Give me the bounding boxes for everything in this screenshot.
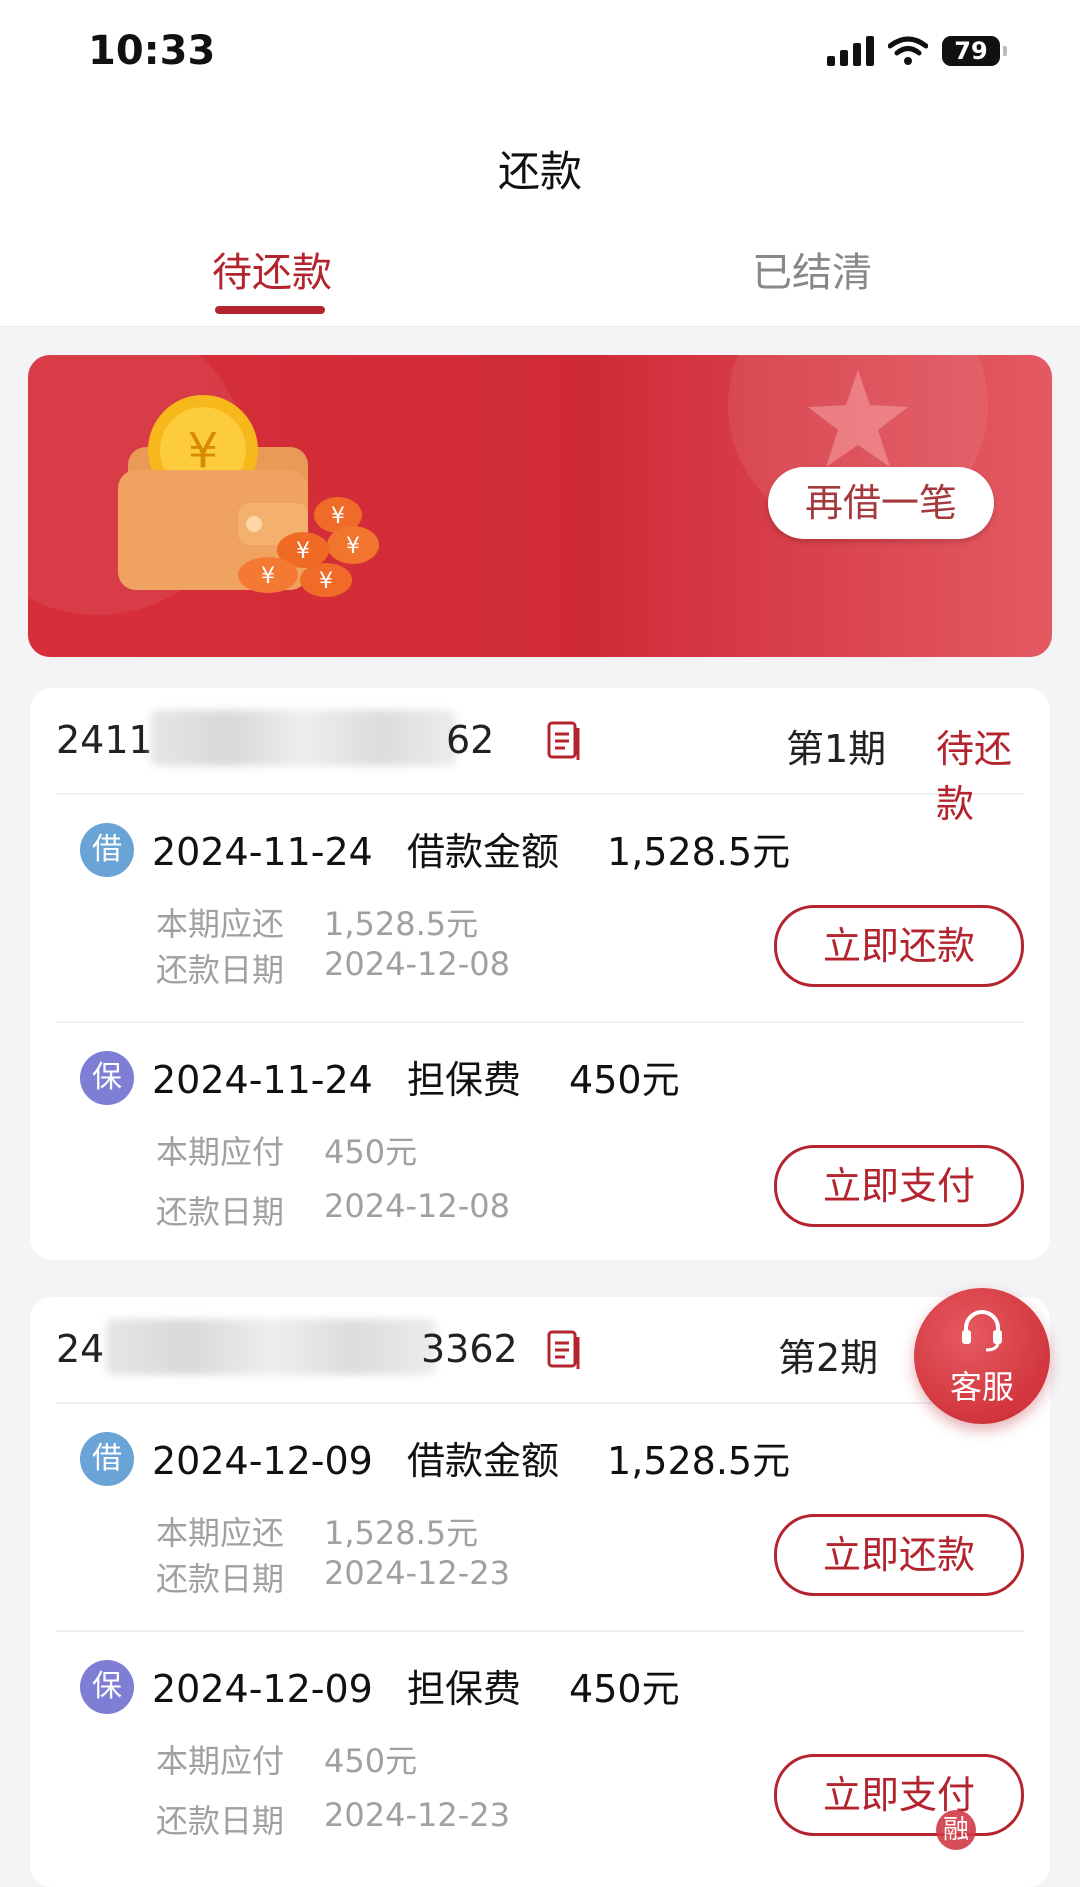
customer-service-label: 客服	[949, 1368, 1014, 1406]
date-label: 还款日期	[156, 951, 285, 989]
signal-icon	[827, 36, 874, 66]
copy-icon[interactable]	[546, 1329, 582, 1369]
date-value: 2024-12-08	[324, 1187, 510, 1225]
order-number-prefix: 24	[56, 1327, 105, 1371]
due-label: 本期应还	[156, 905, 285, 943]
repayment-card-1: 2411 62 第1期 待还款 借 2024-11-24 借款金额 1,528.…	[30, 688, 1050, 1260]
svg-text:¥: ¥	[261, 564, 275, 589]
loan-row: 借 2024-12-09 借款金额 1,528.5元 本期应还 1,528.5元…	[56, 1402, 1024, 1632]
borrow-again-button[interactable]: 再借一笔	[768, 467, 994, 539]
period-label: 第2期	[778, 1336, 879, 1380]
row-kind: 借款金额	[406, 830, 559, 874]
due-value: 450元	[324, 1133, 418, 1171]
repay-now-button[interactable]: 立即还款	[774, 1514, 1024, 1596]
borrow-badge-icon: 借	[80, 1432, 134, 1486]
guarantee-badge-icon: 保	[80, 1660, 134, 1714]
tab-cleared[interactable]: 已结清	[752, 240, 872, 298]
period-label: 第1期	[786, 727, 887, 771]
row-amount: 1,528.5元	[607, 1439, 791, 1483]
row-amount: 450元	[569, 1667, 680, 1711]
due-label: 本期应付	[156, 1133, 285, 1171]
battery-icon: 79	[942, 36, 1007, 66]
headset-icon	[962, 1310, 1002, 1352]
borrow-badge-icon: 借	[80, 823, 134, 877]
row-kind: 担保费	[406, 1667, 521, 1711]
promo-banner[interactable]: ¥ ¥ ¥ ¥ ¥ ¥ 再借一笔	[28, 355, 1052, 657]
order-number-mask	[106, 1319, 436, 1375]
svg-text:¥: ¥	[319, 569, 333, 594]
pay-now-button[interactable]: 立即支付	[774, 1754, 1024, 1836]
guarantee-badge-icon: 保	[80, 1051, 134, 1105]
tab-pending[interactable]: 待还款	[212, 240, 332, 298]
row-date: 2024-11-24	[152, 830, 373, 874]
due-value: 1,528.5元	[324, 1514, 479, 1552]
pay-now-button[interactable]: 立即支付	[774, 1145, 1024, 1227]
page-title: 还款	[497, 147, 582, 196]
date-value: 2024-12-08	[324, 945, 510, 983]
date-value: 2024-12-23	[324, 1796, 510, 1834]
order-number-suffix: 3362	[421, 1327, 518, 1371]
due-value: 450元	[324, 1742, 418, 1780]
repay-now-button[interactable]: 立即还款	[774, 905, 1024, 987]
due-label: 本期应还	[156, 1514, 285, 1552]
repayment-card-2: 24 3362 第2期 借 2024-12-09 借款金额 1,528.5元 本…	[30, 1297, 1050, 1887]
status-icons: 79	[827, 36, 1007, 66]
svg-text:¥: ¥	[296, 539, 310, 564]
guarantee-row: 保 2024-12-09 担保费 450元 本期应付 450元 还款日期 202…	[56, 1630, 1024, 1858]
card-header: 24 3362 第2期	[56, 1297, 1024, 1404]
row-date: 2024-12-09	[152, 1439, 373, 1483]
row-kind: 借款金额	[406, 1439, 559, 1483]
active-tab-indicator	[215, 306, 325, 314]
header: 10:33 79 还款 待还款 已结清	[0, 0, 1080, 327]
row-summary: 2024-12-09 担保费 450元	[152, 1658, 702, 1713]
copy-icon[interactable]	[546, 720, 582, 760]
due-value: 1,528.5元	[324, 905, 479, 943]
star-decoration-icon	[808, 370, 908, 467]
guarantee-row: 保 2024-11-24 担保费 450元 本期应付 450元 还款日期 202…	[56, 1021, 1024, 1249]
date-value: 2024-12-23	[324, 1554, 510, 1592]
battery-level: 79	[954, 37, 988, 65]
wifi-icon	[888, 36, 928, 65]
row-summary: 2024-11-24 借款金额 1,528.5元	[152, 821, 812, 876]
order-number-prefix: 2411	[56, 718, 153, 762]
row-summary: 2024-11-24 担保费 450元	[152, 1049, 702, 1104]
svg-text:¥: ¥	[331, 504, 345, 529]
row-summary: 2024-12-09 借款金额 1,528.5元	[152, 1430, 812, 1485]
date-label: 还款日期	[156, 1802, 285, 1840]
svg-text:¥: ¥	[346, 534, 360, 559]
row-amount: 450元	[569, 1058, 680, 1102]
watermark-logo: 融	[936, 1810, 976, 1850]
wallet-coins-icon: ¥ ¥ ¥ ¥ ¥ ¥	[118, 395, 379, 597]
status-time: 10:33	[88, 28, 216, 74]
loan-row: 借 2024-11-24 借款金额 1,528.5元 本期应还 1,528.5元…	[56, 793, 1024, 1023]
row-date: 2024-11-24	[152, 1058, 373, 1102]
row-amount: 1,528.5元	[607, 830, 791, 874]
order-number-suffix: 62	[446, 718, 495, 762]
customer-service-button[interactable]: 客服	[914, 1288, 1050, 1424]
order-number-mask	[151, 710, 456, 766]
date-label: 还款日期	[156, 1193, 285, 1231]
due-label: 本期应付	[156, 1742, 285, 1780]
date-label: 还款日期	[156, 1560, 285, 1598]
card-header: 2411 62 第1期 待还款	[56, 688, 1024, 826]
row-date: 2024-12-09	[152, 1667, 373, 1711]
row-kind: 担保费	[406, 1058, 521, 1102]
